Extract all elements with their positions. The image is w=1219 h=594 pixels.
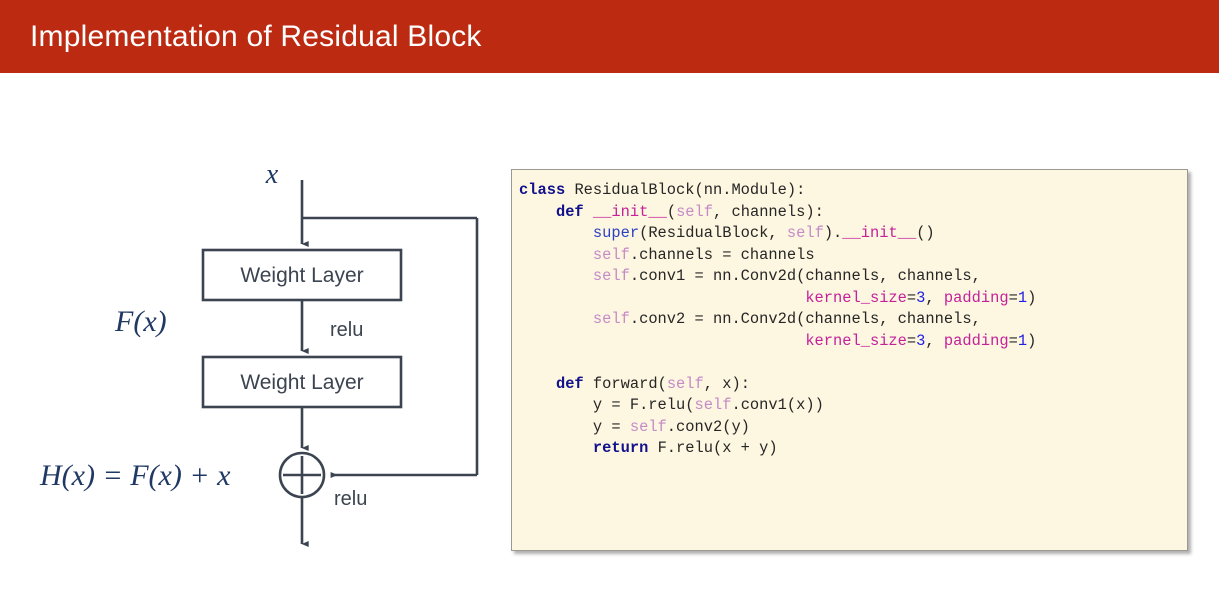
residual-block-diagram: Weight Layer Weight Layer x relu relu F(… <box>0 73 510 594</box>
weight-layer-box-1-label: Weight Layer <box>240 264 363 287</box>
code-token-builtin-super: super <box>592 224 640 242</box>
python-code-block: class ResidualBlock(nn.Module): def __in… <box>511 169 1188 551</box>
code-token-kwarg-padding-1: padding <box>943 288 1009 307</box>
weight-layer-box-2-label: Weight Layer <box>240 371 363 394</box>
code-token-keyword-def-init: def <box>555 202 584 221</box>
relu-label-1: relu <box>330 319 363 341</box>
code-token-keyword-def-forward: def <box>555 374 584 393</box>
page-title: Implementation of Residual Block <box>30 19 482 53</box>
residual-block-diagram-svg: Weight Layer Weight Layer x relu relu F(… <box>39 159 479 547</box>
code-token-self-2: self <box>786 224 824 242</box>
weight-layer-box-1: Weight Layer <box>201 248 403 302</box>
residual-branch-label: F(x) <box>114 305 167 338</box>
output-equation-label: H(x) = F(x) + x <box>39 459 231 492</box>
code-token-self-8: self <box>629 417 667 436</box>
code-token-self-4: self <box>592 267 630 285</box>
code-token-dunder-init-call: __init__ <box>842 224 917 242</box>
code-token-self-7: self <box>694 396 732 414</box>
python-code-text: class ResidualBlock(nn.Module): def __in… <box>519 181 1037 457</box>
code-token-dunder-init: __init__ <box>592 202 667 221</box>
code-token-keyword-return: return <box>592 439 649 457</box>
code-token-self-3: self <box>592 245 630 264</box>
weight-layer-box-2: Weight Layer <box>201 355 403 409</box>
code-token-kwarg-kernel-size-2: kernel_size <box>805 331 907 350</box>
slide-title-banner: Implementation of Residual Block <box>0 0 1219 73</box>
code-token-kwarg-padding-2: padding <box>943 331 1009 350</box>
code-token-self-1: self <box>676 202 714 221</box>
relu-label-2: relu <box>334 488 367 510</box>
code-token-kwarg-kernel-size-1: kernel_size <box>805 288 907 307</box>
code-token-number-1-b: 1 <box>1017 331 1028 350</box>
code-token-number-1-a: 1 <box>1017 288 1028 307</box>
code-token-keyword-class: class <box>519 181 566 199</box>
code-token-self-5: self <box>592 310 630 328</box>
sum-node <box>278 451 326 499</box>
input-label: x <box>265 159 279 190</box>
code-token-self-6: self <box>666 374 704 393</box>
